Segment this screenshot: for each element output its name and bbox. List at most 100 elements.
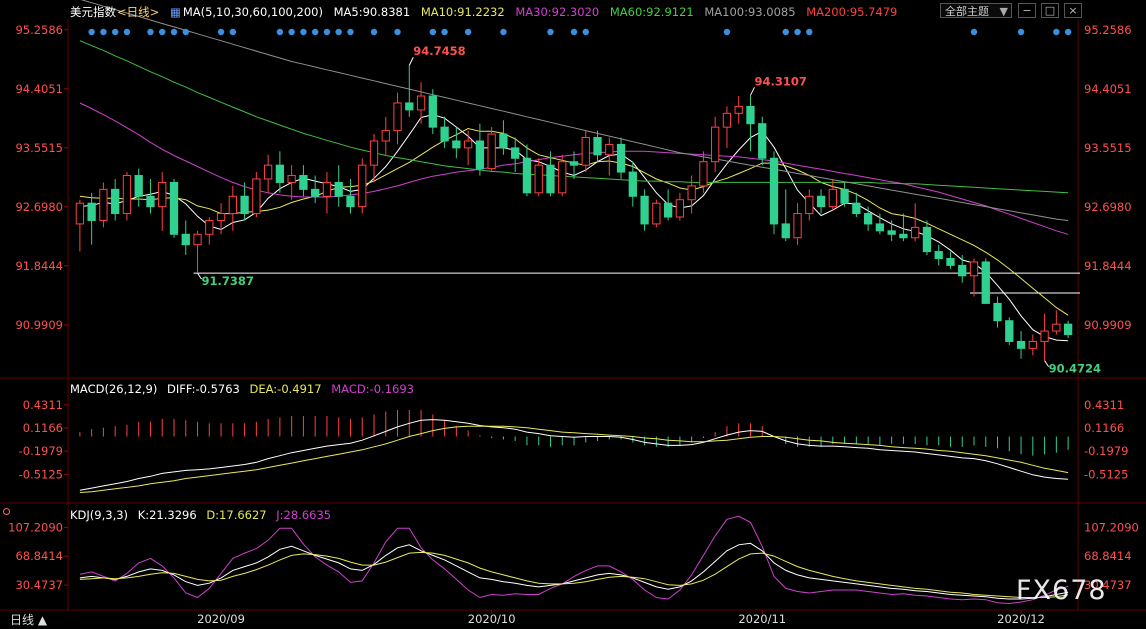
candle-body <box>358 164 367 208</box>
macd-dea-line <box>79 425 1069 493</box>
macd-tick-right: -0.1979 <box>1084 444 1128 458</box>
candle-body <box>322 181 332 197</box>
candle-body <box>616 143 626 173</box>
signal-dot <box>300 28 307 36</box>
candle-body <box>1028 340 1037 349</box>
candle-body <box>193 233 202 246</box>
signal-dot <box>970 28 978 36</box>
kdj-label: KDJ(9,3,3) <box>70 508 129 522</box>
price-annotation: 90.4724 <box>1049 362 1101 376</box>
maximize-icon: □ <box>1044 4 1056 17</box>
candle-body <box>934 251 943 259</box>
candle-body <box>981 261 990 304</box>
candle-body <box>311 188 320 197</box>
candle-body <box>734 105 743 114</box>
ma-label: MA(5,10,30,60,100,200) <box>182 5 323 19</box>
candle-body <box>122 175 132 215</box>
candle-body <box>887 230 896 235</box>
macd-tick-right: 0.1166 <box>1084 421 1124 435</box>
ma10-value: MA10:91.2232 <box>420 5 505 19</box>
ma5-value: MA5:90.8381 <box>333 5 411 19</box>
candle-body <box>511 147 520 159</box>
theme-select-label: 全部主题 <box>945 5 989 18</box>
candle-body <box>946 257 955 266</box>
candle-body <box>369 140 379 166</box>
candle-body <box>993 302 1002 322</box>
candle-body <box>758 123 767 159</box>
candle-body <box>816 195 826 208</box>
chart-canvas[interactable]: 95.2586 95.2586 94.4051 94.4051 93.5515 93.55… <box>0 0 1146 629</box>
macd-diff-line <box>79 419 1069 491</box>
signal-dot <box>88 28 95 36</box>
signal-dot <box>123 28 131 36</box>
candle-body <box>475 140 485 170</box>
minimize-icon: − <box>1022 4 1032 17</box>
kdj-k-line <box>79 542 1069 600</box>
signal-dot <box>335 28 342 36</box>
signal-dot <box>370 28 378 36</box>
signal-dot <box>794 28 801 36</box>
candle-body <box>1052 323 1061 332</box>
kdj-k-value: K:21.3296 <box>137 508 197 522</box>
candle-body <box>1063 323 1073 336</box>
price-tick-right: 90.9909 <box>1084 318 1132 332</box>
candle-body <box>181 233 190 246</box>
x-tick-label: 2020/12 <box>997 612 1045 626</box>
close-button[interactable]: × <box>1064 3 1082 18</box>
signal-dot <box>582 28 589 36</box>
candle-body <box>205 219 214 235</box>
close-icon: × <box>1068 4 1078 17</box>
x-tick-label: 2020/11 <box>738 612 786 626</box>
signal-dot <box>464 28 472 36</box>
macd-label: MACD(26,12,9) <box>70 382 158 396</box>
candle-body <box>534 164 543 194</box>
signal-dot <box>723 28 731 36</box>
candle-body <box>781 223 790 239</box>
candle-body <box>275 164 285 183</box>
signal-dot <box>182 28 189 36</box>
symbol-label: 美元指数 <box>70 5 116 19</box>
candle-body <box>416 95 426 111</box>
kdj-tick-right: 107.2090 <box>1084 520 1139 534</box>
chevron-down-icon: ▼ <box>999 5 1008 18</box>
kdj-d-value: D:17.6627 <box>206 508 267 522</box>
candle-body <box>146 195 155 208</box>
candle-body <box>487 133 496 170</box>
price-tick-right: 91.8444 <box>1084 259 1132 273</box>
settings-dot-icon[interactable] <box>3 508 10 515</box>
period-tag[interactable]: <日线> <box>117 5 159 19</box>
candle-body <box>875 223 885 232</box>
signal-dot <box>394 28 401 36</box>
candle-body <box>569 161 579 166</box>
price-tick-left: 95.2586 <box>15 23 63 37</box>
candle-body <box>593 137 602 156</box>
candle-body <box>216 213 226 221</box>
candle-body <box>1016 340 1026 349</box>
candle-body <box>699 161 708 187</box>
macd-tick-left: 0.4311 <box>23 398 63 412</box>
chart-type-icon[interactable]: ▦ <box>170 5 181 19</box>
candle-body <box>805 195 814 215</box>
signal-dot <box>288 28 295 36</box>
maximize-button[interactable]: □ <box>1041 3 1059 18</box>
watermark-logo: FX678 <box>1016 575 1107 606</box>
candle-body <box>828 188 837 208</box>
price-tick-left: 90.9909 <box>15 318 63 332</box>
annotation-pointer <box>750 87 755 96</box>
candle-body <box>922 226 932 253</box>
kdj-tick-left: 107.2090 <box>8 520 63 534</box>
signal-dot <box>217 28 225 36</box>
candle-body <box>1005 320 1014 342</box>
candle-body <box>663 202 673 218</box>
period-switch[interactable]: 日线 ▲ <box>0 611 66 629</box>
candle-body <box>899 233 908 239</box>
candle-body <box>840 188 849 204</box>
theme-select[interactable]: 全部主题 ▼ <box>940 3 1012 18</box>
signal-dot <box>170 28 178 36</box>
signal-dot <box>229 28 237 36</box>
signal-dot <box>100 28 107 36</box>
candle-body <box>111 188 120 215</box>
candle-body <box>381 130 390 142</box>
minimize-button[interactable]: − <box>1018 3 1036 18</box>
x-tick-label: 2020/09 <box>197 612 245 626</box>
